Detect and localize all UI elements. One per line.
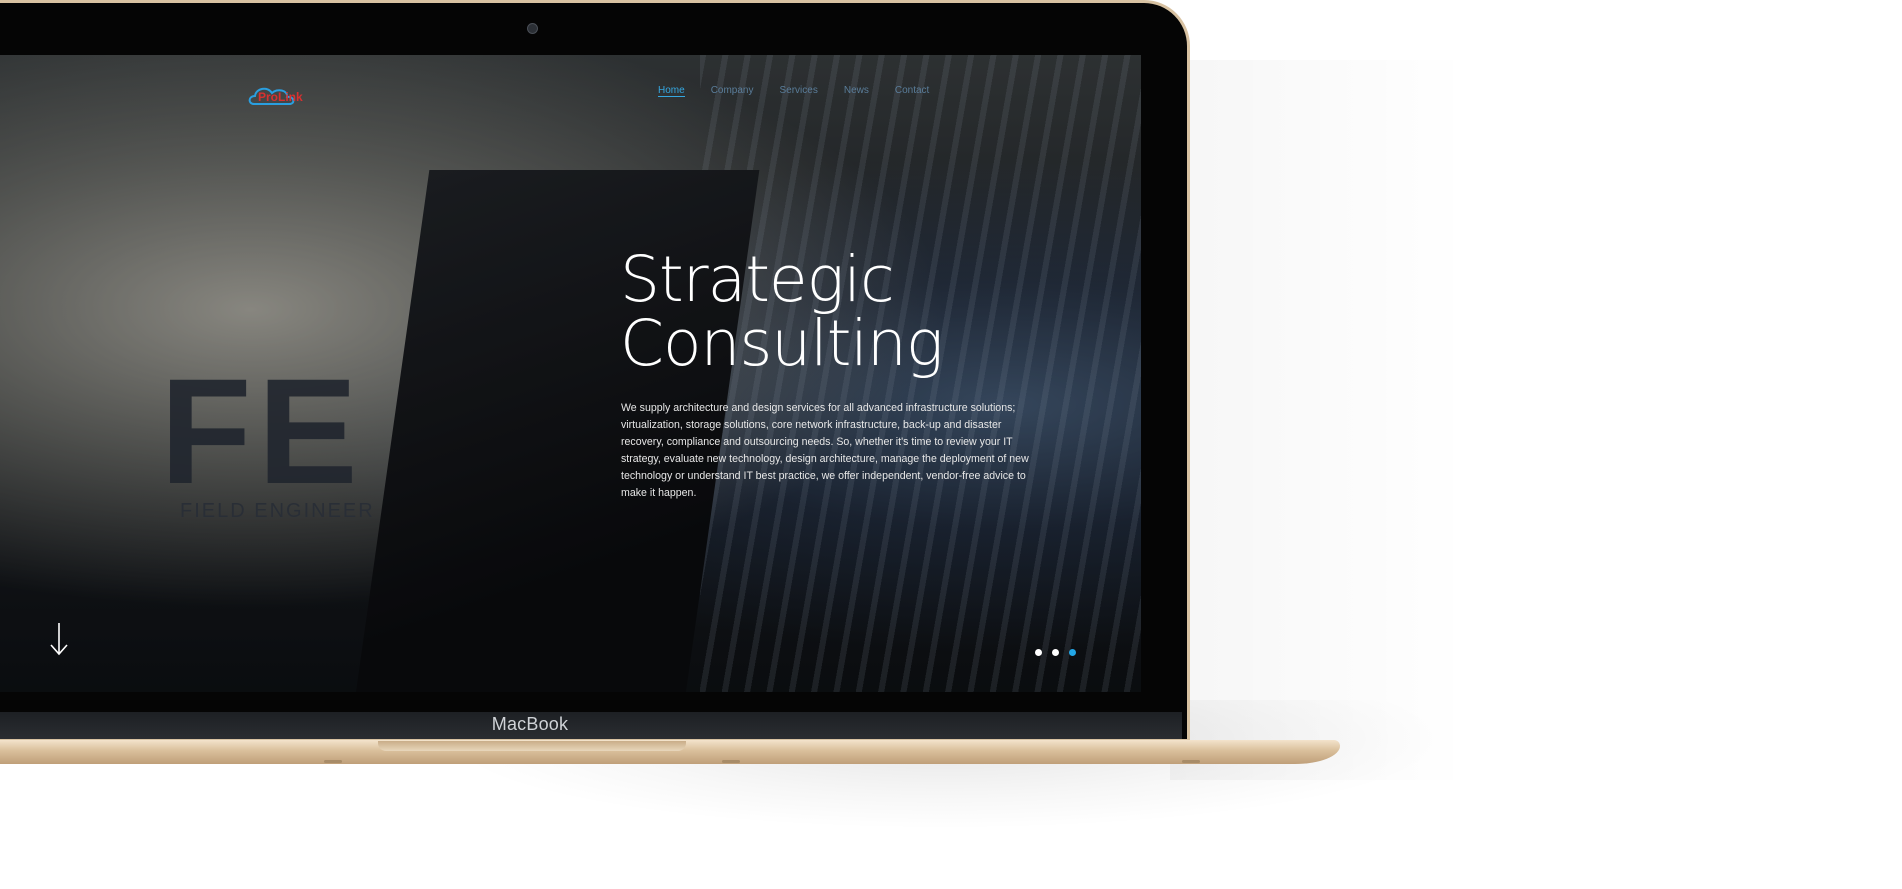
main-navigation: Home Company Services News Contact xyxy=(658,85,929,97)
scroll-down-arrow-icon[interactable] xyxy=(47,621,71,657)
hero-title: Strategic Consulting xyxy=(620,248,944,376)
device-side-shadow xyxy=(1170,60,1470,780)
hero-overlay xyxy=(0,55,1141,692)
website-screen: FE FIELD ENGINEER ProLink Home Company S… xyxy=(0,55,1141,692)
slider-dot-3[interactable] xyxy=(1069,649,1076,656)
logo-text[interactable]: ProLink xyxy=(258,90,303,104)
macbook-label: MacBook xyxy=(491,714,569,734)
slider-pagination xyxy=(1035,649,1076,656)
rubber-foot xyxy=(722,760,740,763)
nav-home[interactable]: Home xyxy=(658,85,685,97)
nav-services[interactable]: Services xyxy=(780,85,818,97)
macbook-chin xyxy=(0,712,1182,739)
hero-title-line1: Strategic xyxy=(620,243,895,316)
nav-contact[interactable]: Contact xyxy=(895,85,929,97)
webcam xyxy=(527,23,538,34)
hinge-notch xyxy=(378,741,686,751)
slider-dot-2[interactable] xyxy=(1052,649,1059,656)
rubber-foot xyxy=(324,760,342,763)
slider-dot-1[interactable] xyxy=(1035,649,1042,656)
hero-title-line2: Consulting xyxy=(620,307,944,380)
nav-company[interactable]: Company xyxy=(711,85,754,97)
hero-description: We supply architecture and design servic… xyxy=(621,402,1029,499)
rubber-foot xyxy=(1182,760,1200,763)
nav-news[interactable]: News xyxy=(844,85,869,97)
